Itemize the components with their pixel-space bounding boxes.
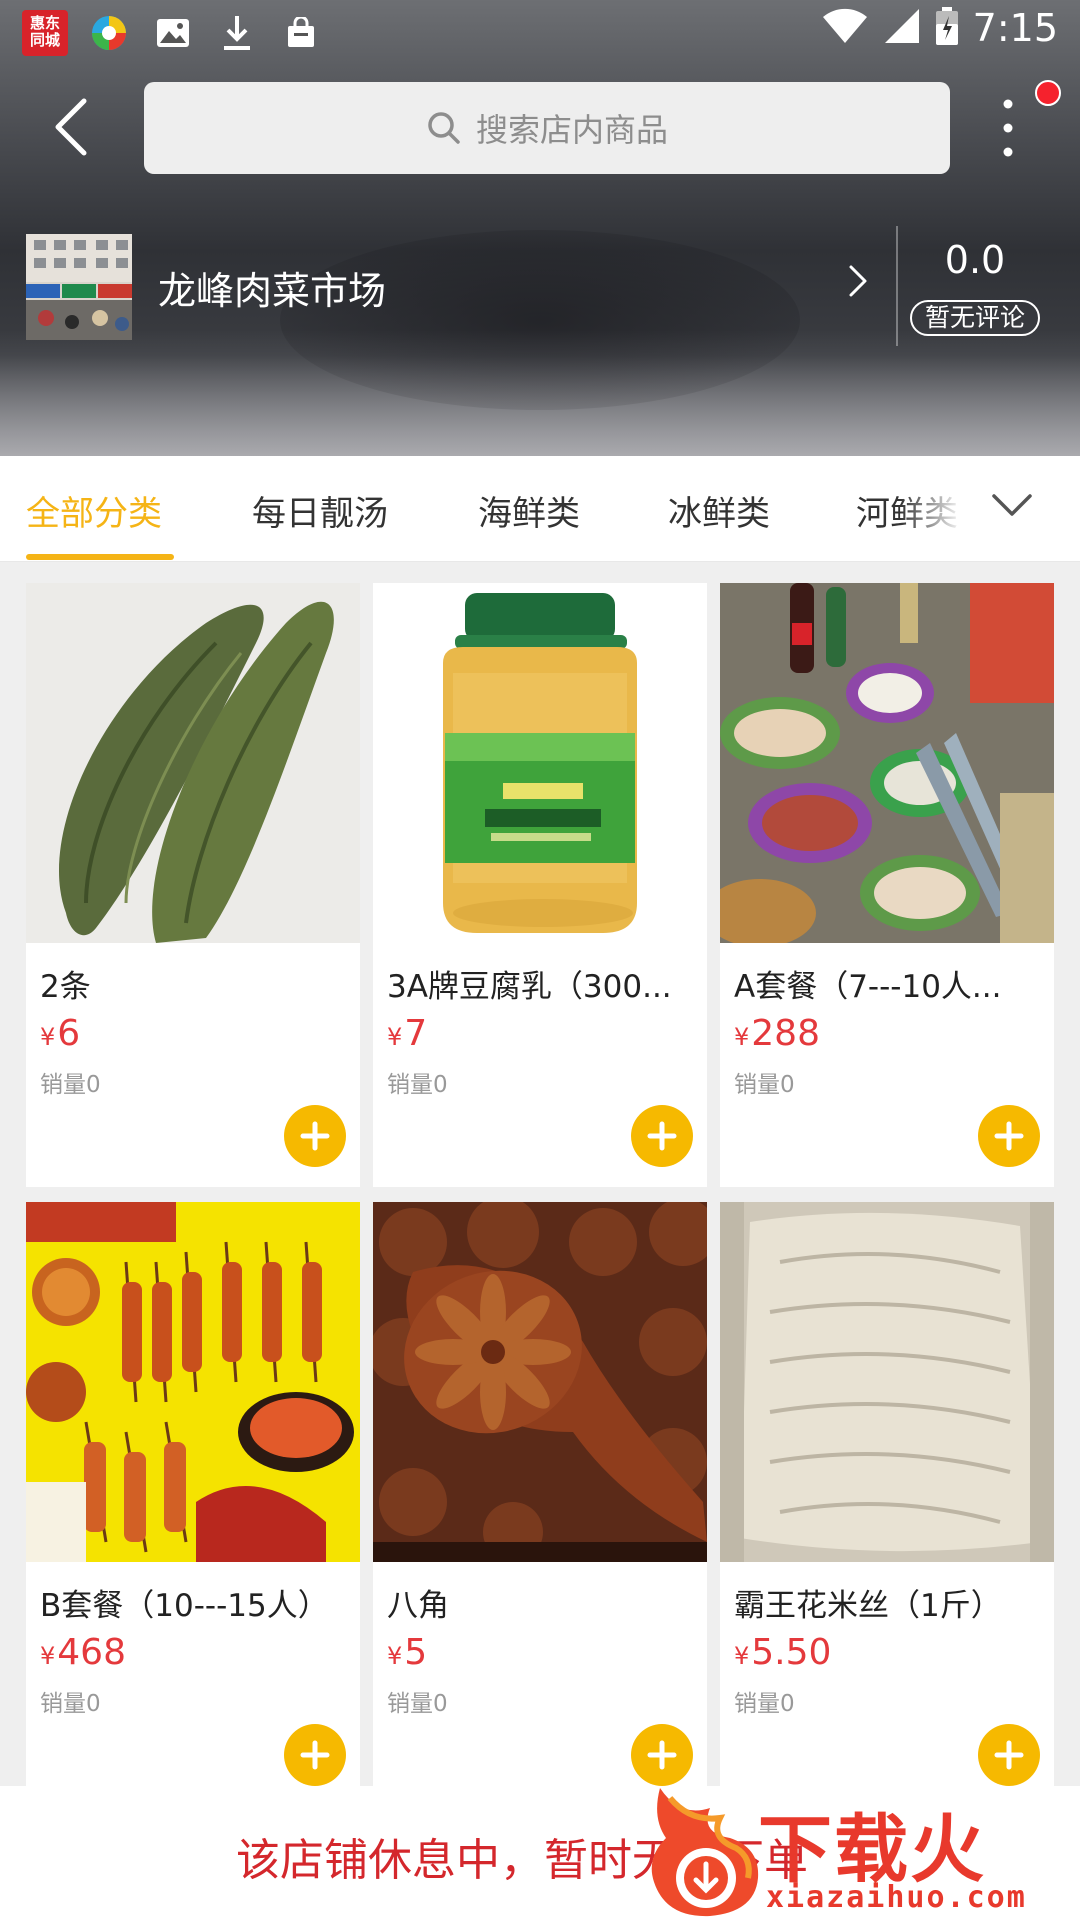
product-sales: 销量0 bbox=[40, 1691, 101, 1717]
watermark-url: xiazaihuo.com bbox=[766, 1880, 1027, 1915]
price-value: 7 bbox=[404, 1013, 428, 1054]
product-name: 2条 bbox=[40, 969, 91, 1005]
product-price: ¥6 bbox=[40, 1013, 80, 1054]
tab-daily-soup[interactable]: 每日靓汤 bbox=[252, 486, 388, 535]
add-to-cart-button[interactable] bbox=[631, 1105, 693, 1167]
currency-symbol: ¥ bbox=[734, 1642, 750, 1670]
notification-dot bbox=[1035, 80, 1061, 106]
store-bag-icon bbox=[278, 10, 324, 56]
chevron-down-icon[interactable] bbox=[990, 490, 1034, 520]
signal-icon bbox=[883, 7, 921, 49]
product-name: 霸王花米丝（1斤） bbox=[734, 1588, 1002, 1624]
add-to-cart-button[interactable] bbox=[631, 1724, 693, 1786]
plus-icon bbox=[994, 1740, 1024, 1770]
store-header: 惠东 同城 7:15 搜索店内商品 龙峰肉菜市场 0.0 暂无评论 bbox=[0, 0, 1080, 456]
product-price: ¥5.50 bbox=[734, 1632, 831, 1673]
product-price: ¥468 bbox=[40, 1632, 126, 1673]
product-image-rice-noodle bbox=[720, 1202, 1054, 1562]
search-input[interactable]: 搜索店内商品 bbox=[144, 82, 950, 174]
store-name: 龙峰肉菜市场 bbox=[158, 269, 387, 313]
currency-symbol: ¥ bbox=[387, 1023, 403, 1051]
search-placeholder: 搜索店内商品 bbox=[475, 111, 668, 149]
product-card[interactable]: A套餐（7---10人... ¥288 销量0 bbox=[720, 583, 1054, 1187]
app-notification-icon: 惠东 同城 bbox=[22, 10, 68, 56]
tab-chilled-seafood[interactable]: 冰鲜类 bbox=[668, 486, 770, 535]
product-sales: 销量0 bbox=[734, 1072, 795, 1098]
search-icon bbox=[428, 112, 460, 144]
product-price: ¥5 bbox=[387, 1632, 427, 1673]
product-price: ¥288 bbox=[734, 1013, 820, 1054]
category-tabs: 全部分类 每日靓汤 海鲜类 冰鲜类 河鲜类 bbox=[0, 456, 1080, 562]
product-card[interactable]: B套餐（10---15人） ¥468 销量0 bbox=[26, 1202, 360, 1806]
clock-time: 7:15 bbox=[972, 6, 1058, 50]
product-name: 3A牌豆腐乳（300... bbox=[387, 969, 672, 1005]
battery-icon bbox=[935, 6, 959, 50]
product-name: A套餐（7---10人... bbox=[734, 969, 1002, 1005]
currency-symbol: ¥ bbox=[40, 1642, 56, 1670]
add-to-cart-button[interactable] bbox=[978, 1105, 1040, 1167]
download-icon bbox=[214, 10, 260, 56]
product-card[interactable]: 2条 ¥6 销量0 bbox=[26, 583, 360, 1187]
product-card[interactable]: 霸王花米丝（1斤） ¥5.50 销量0 bbox=[720, 1202, 1054, 1806]
back-button[interactable] bbox=[40, 92, 100, 162]
flame-logo-icon bbox=[651, 1788, 759, 1917]
add-to-cart-button[interactable] bbox=[284, 1105, 346, 1167]
product-sales: 销量0 bbox=[387, 1691, 448, 1717]
status-bar: 惠东 同城 7:15 bbox=[0, 0, 1080, 64]
store-photo bbox=[26, 234, 132, 340]
plus-icon bbox=[994, 1121, 1024, 1151]
more-vertical-icon bbox=[1003, 99, 1013, 157]
product-name: B套餐（10---15人） bbox=[40, 1588, 329, 1624]
wifi-icon bbox=[821, 7, 869, 49]
watermark-logo: 下载火 xiazaihuo.com bbox=[640, 1778, 1080, 1920]
product-sales: 销量0 bbox=[40, 1072, 101, 1098]
product-price: ¥7 bbox=[387, 1013, 427, 1054]
tab-seafood[interactable]: 海鲜类 bbox=[478, 486, 580, 535]
product-name: 八角 bbox=[387, 1588, 449, 1624]
price-value: 5 bbox=[404, 1632, 428, 1673]
product-card[interactable]: 3A牌豆腐乳（300... ¥7 销量0 bbox=[373, 583, 707, 1187]
product-image-bbq-set bbox=[26, 1202, 360, 1562]
plus-icon bbox=[300, 1740, 330, 1770]
more-menu-button[interactable] bbox=[990, 96, 1026, 160]
plus-icon bbox=[647, 1740, 677, 1770]
product-image-hotpot-set bbox=[720, 583, 1054, 943]
tab-all-categories[interactable]: 全部分类 bbox=[26, 486, 162, 535]
currency-symbol: ¥ bbox=[734, 1023, 750, 1051]
store-info[interactable]: 龙峰肉菜市场 0.0 暂无评论 bbox=[0, 226, 1080, 350]
product-image-star-anise bbox=[373, 1202, 707, 1562]
price-value: 468 bbox=[57, 1632, 126, 1673]
currency-symbol: ¥ bbox=[40, 1023, 56, 1051]
browser-icon bbox=[86, 10, 132, 56]
product-image-loofah bbox=[26, 583, 360, 943]
product-image-tofu-jar bbox=[373, 583, 707, 943]
product-sales: 销量0 bbox=[734, 1691, 795, 1717]
product-sales: 销量0 bbox=[387, 1072, 448, 1098]
price-value: 6 bbox=[57, 1013, 81, 1054]
add-to-cart-button[interactable] bbox=[284, 1724, 346, 1786]
divider bbox=[896, 226, 898, 346]
currency-symbol: ¥ bbox=[387, 1642, 403, 1670]
chevron-left-icon bbox=[55, 98, 87, 156]
image-icon bbox=[150, 10, 196, 56]
app-badge-text: 惠东 同城 bbox=[29, 14, 60, 49]
price-value: 288 bbox=[751, 1013, 820, 1054]
chevron-right-icon bbox=[849, 265, 867, 297]
product-card[interactable]: 八角 ¥5 销量0 bbox=[373, 1202, 707, 1806]
store-rating: 0.0 bbox=[944, 238, 1006, 282]
plus-icon bbox=[300, 1121, 330, 1151]
price-value: 5.50 bbox=[751, 1632, 832, 1673]
active-tab-indicator bbox=[26, 554, 174, 560]
plus-icon bbox=[647, 1121, 677, 1151]
add-to-cart-button[interactable] bbox=[978, 1724, 1040, 1786]
no-reviews-badge[interactable]: 暂无评论 bbox=[910, 300, 1040, 336]
